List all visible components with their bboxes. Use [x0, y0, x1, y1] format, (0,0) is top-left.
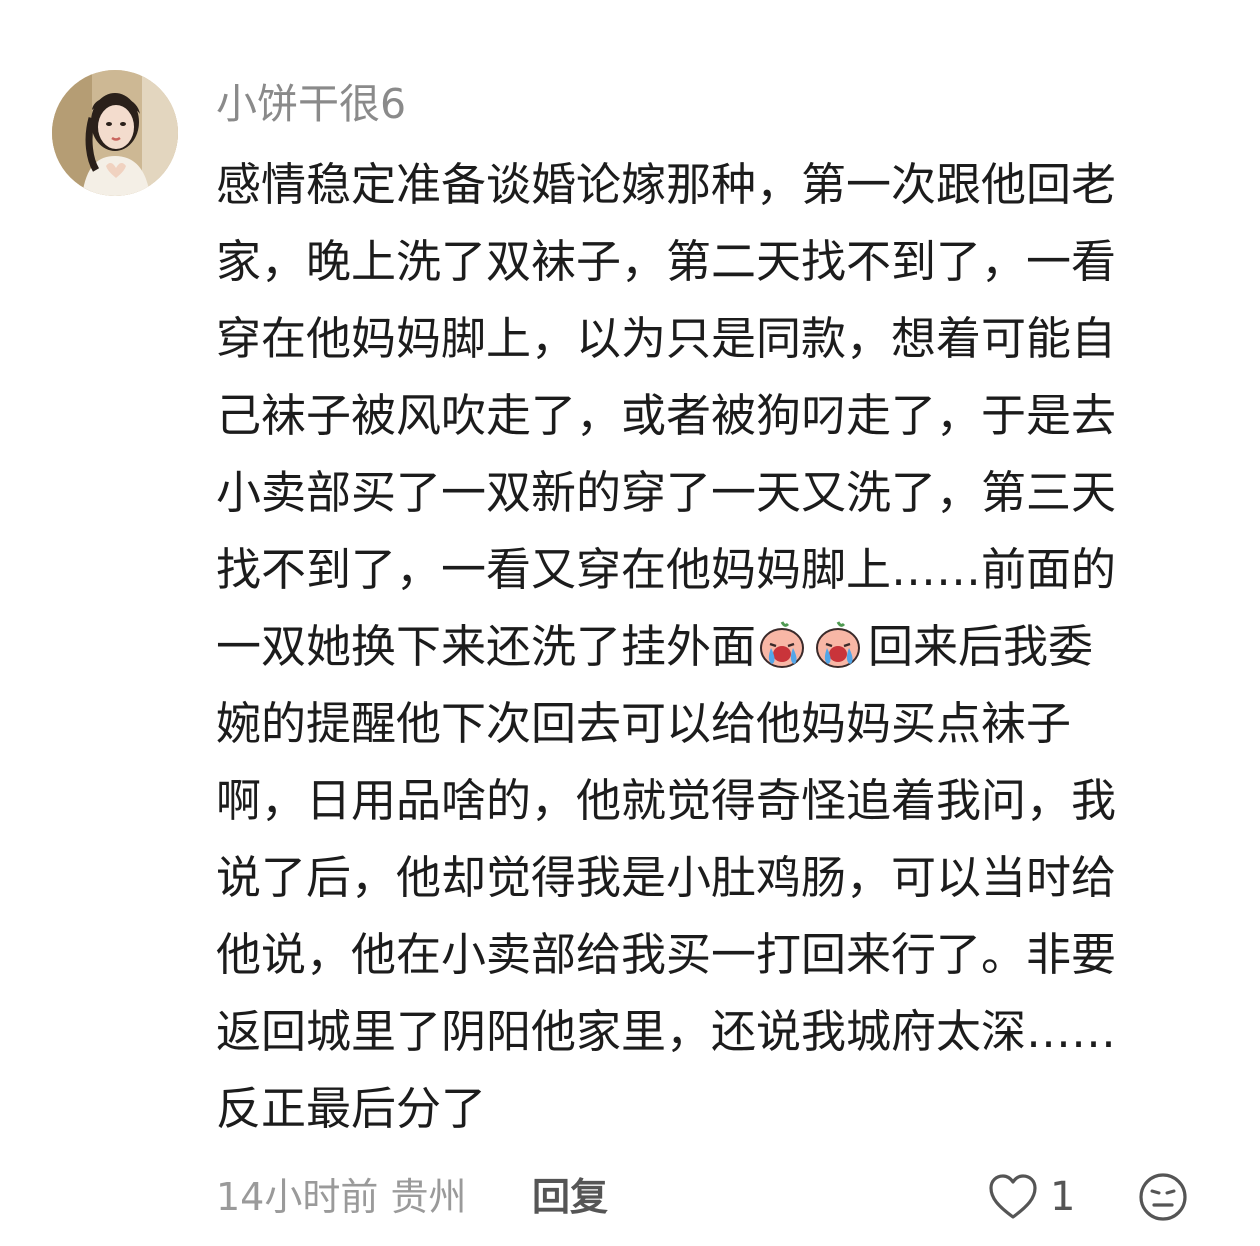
comment-line: 一双她换下来还洗了挂外面 回来后我委 — [216, 608, 1196, 685]
comment-line: 返回城里了阴阳他家里，还说我城府太深…… — [216, 1005, 1117, 1058]
comment-line: 说了后，他却觉得我是小肚鸡肠，可以当时给 — [216, 851, 1117, 904]
comment-body: 感情稳定准备谈婚论嫁那种，第一次跟他回老 家，晚上洗了双袜子，第二天找不到了，一… — [216, 146, 1196, 1147]
comment-line: 穿在他妈妈脚上，以为只是同款，想着可能自 — [216, 312, 1117, 365]
comment-time: 14小时前 — [216, 1175, 379, 1219]
neutral-face-icon[interactable] — [1138, 1172, 1188, 1222]
comment-line: 己袜子被风吹走了，或者被狗叼走了，于是去 — [216, 389, 1117, 442]
comment-line: 他说，他在小卖部给我买一打回来行了。非要 — [216, 928, 1117, 981]
comment-line: 小卖部买了一双新的穿了一天又洗了，第三天 — [216, 466, 1117, 519]
comment-meta: 14小时前 贵州 — [216, 1168, 466, 1226]
comment-text-fragment: 一双她换下来还洗了挂外面 — [216, 620, 757, 673]
heart-outline-icon — [989, 1174, 1037, 1219]
comment-line: 婉的提醒他下次回去可以给他妈妈买点袜子 — [216, 697, 1072, 750]
crying-emoji-icon — [760, 621, 805, 668]
comment-item: 小饼干很6 感情稳定准备谈婚论嫁那种，第一次跟他回老 家，晚上洗了双袜子，第二天… — [0, 0, 1260, 1246]
comment-line: 感情稳定准备谈婚论嫁那种，第一次跟他回老 — [216, 158, 1117, 211]
comment-line: 家，晚上洗了双袜子，第二天找不到了，一看 — [216, 235, 1117, 288]
comment-location: 贵州 — [390, 1175, 467, 1219]
comment-footer: 14小时前 贵州 回复 1 — [216, 1168, 1206, 1228]
like-count: 1 — [1050, 1174, 1076, 1220]
avatar[interactable] — [52, 70, 178, 196]
username[interactable]: 小饼干很6 — [216, 74, 406, 134]
comment-line: 找不到了，一看又穿在他妈妈脚上……前面的 — [216, 543, 1117, 596]
comment-text-fragment: 回来后我委 — [868, 620, 1094, 673]
comment-line: 反正最后分了 — [216, 1082, 487, 1135]
reply-button[interactable]: 回复 — [532, 1168, 608, 1226]
comment-line: 啊，日用品啥的，他就觉得奇怪追着我问，我 — [216, 774, 1117, 827]
crying-emoji-icon — [816, 621, 861, 668]
